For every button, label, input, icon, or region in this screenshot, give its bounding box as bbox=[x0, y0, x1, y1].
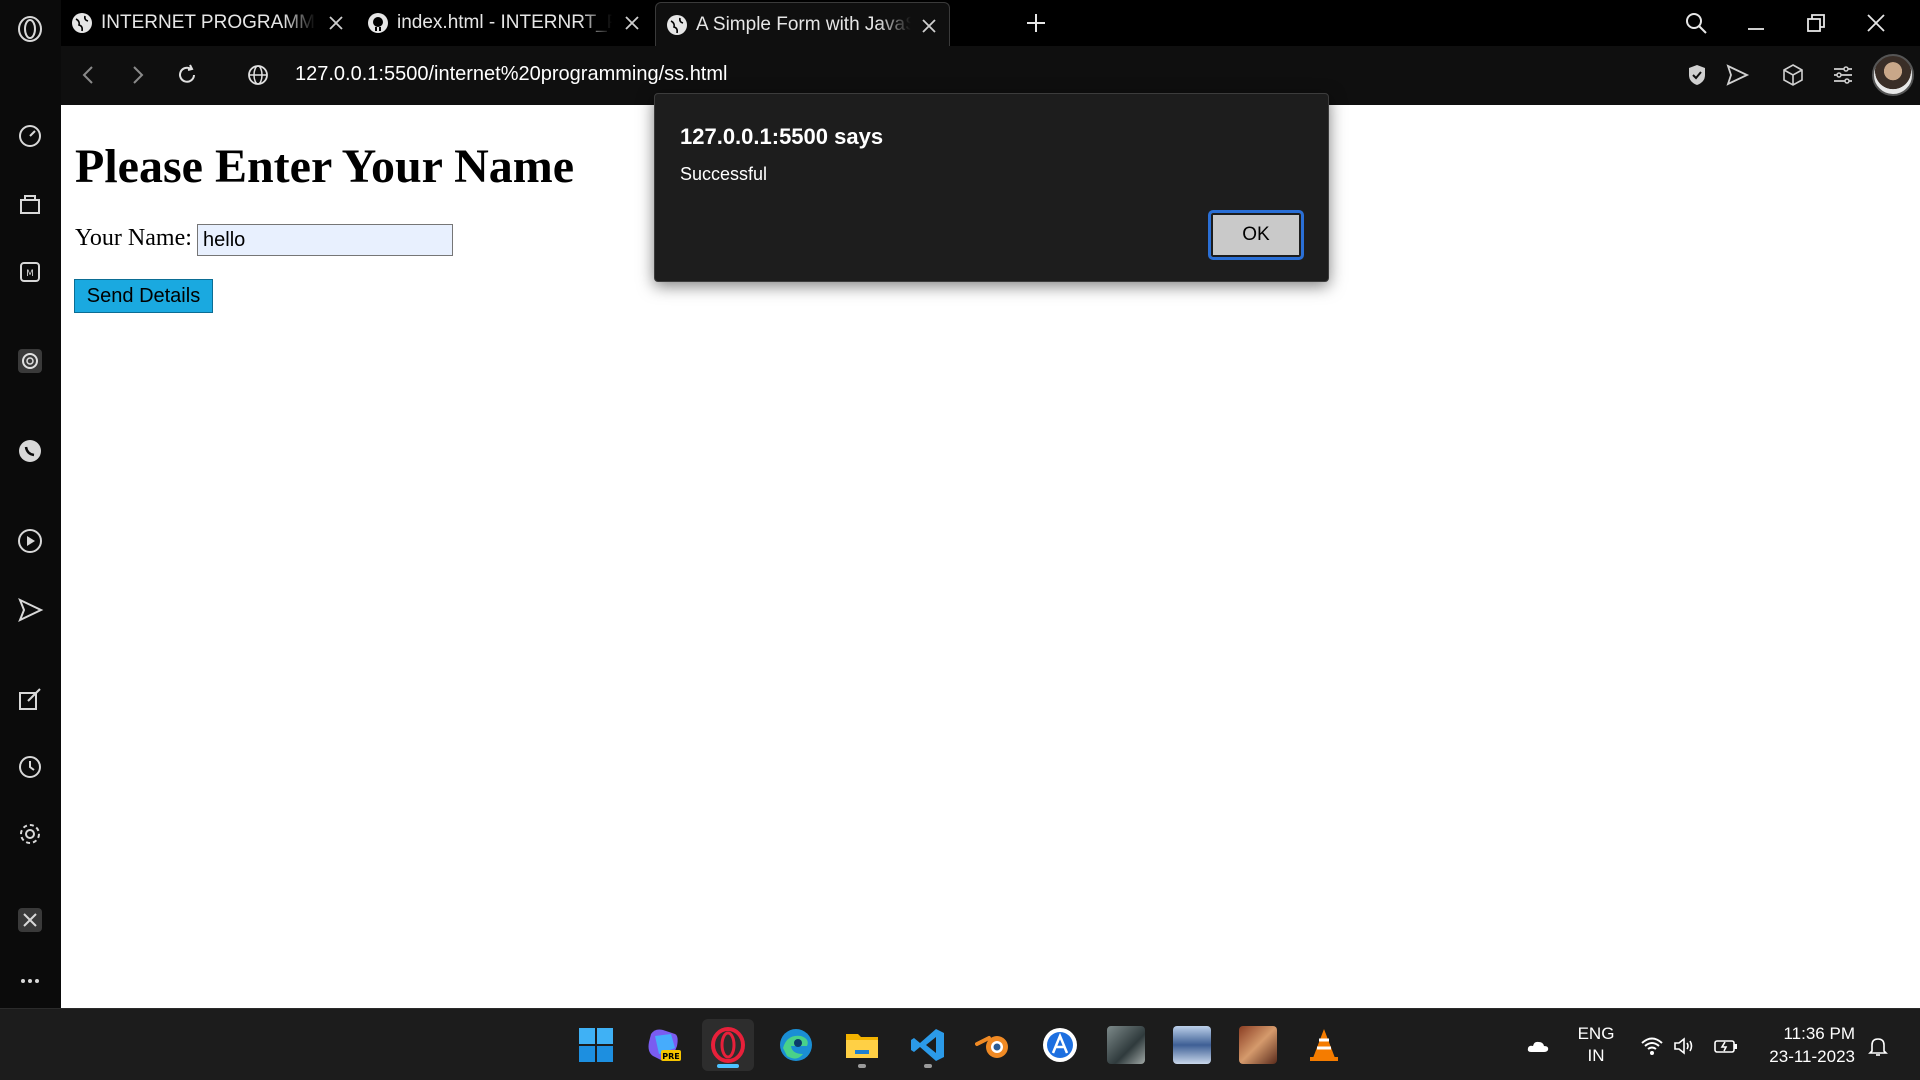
tab-index-html[interactable]: index.html - INTERNRT_PROGRAMMING bbox=[357, 0, 652, 46]
opera-logo-icon[interactable] bbox=[12, 11, 48, 47]
taskbar-edge[interactable] bbox=[770, 1019, 822, 1071]
windows-taskbar: PRE ENG IN 11:36 PM 23-11-2023 bbox=[0, 1008, 1920, 1080]
taskbar-app-store[interactable] bbox=[1034, 1019, 1086, 1071]
name-label: Your Name: bbox=[75, 225, 192, 251]
messenger-m-icon[interactable]: M bbox=[12, 254, 48, 290]
search-tabs-icon[interactable] bbox=[1683, 10, 1709, 36]
folder-icon bbox=[846, 1034, 878, 1058]
globe-icon bbox=[72, 13, 92, 33]
forward-icon[interactable] bbox=[123, 61, 151, 89]
send-flow-icon[interactable] bbox=[12, 592, 48, 628]
chatgpt-icon[interactable] bbox=[12, 343, 48, 379]
close-tab-icon[interactable] bbox=[622, 13, 642, 33]
active-indicator bbox=[717, 1064, 739, 1068]
restore-window-icon[interactable] bbox=[1803, 10, 1829, 36]
tab-title: INTERNET PROGRAMMING bbox=[101, 12, 316, 33]
start-button[interactable] bbox=[570, 1019, 622, 1071]
language-indicator[interactable]: ENG IN bbox=[1576, 1023, 1616, 1067]
svg-text:M: M bbox=[26, 269, 34, 279]
settings-gear-icon[interactable] bbox=[12, 816, 48, 852]
shopping-icon[interactable] bbox=[12, 186, 48, 222]
volume-icon[interactable] bbox=[1672, 1034, 1696, 1058]
clock-time: 11:36 PM bbox=[1783, 1024, 1855, 1043]
extensions-icon[interactable] bbox=[12, 902, 48, 938]
speed-dial-icon[interactable] bbox=[12, 117, 48, 153]
close-tab-icon[interactable] bbox=[326, 13, 346, 33]
running-indicator bbox=[858, 1064, 866, 1068]
more-dots-icon[interactable] bbox=[12, 963, 48, 999]
easy-setup-icon[interactable] bbox=[1829, 61, 1857, 89]
system-clock[interactable]: 11:36 PM 23-11-2023 bbox=[1755, 1022, 1855, 1068]
taskbar-photo-app-2[interactable] bbox=[1166, 1019, 1218, 1071]
app-store-icon bbox=[1043, 1028, 1077, 1062]
vlc-cone-icon bbox=[1310, 1029, 1338, 1061]
windows-logo-icon bbox=[579, 1028, 613, 1062]
pre-badge: PRE bbox=[662, 1052, 680, 1061]
taskbar-photo-app-3[interactable] bbox=[1232, 1019, 1284, 1071]
minimize-icon[interactable] bbox=[1743, 10, 1769, 36]
alert-message: Successful bbox=[680, 164, 768, 184]
send-details-button[interactable]: Send Details bbox=[74, 279, 213, 313]
taskbar-copilot-pre[interactable]: PRE bbox=[638, 1019, 690, 1071]
extensions-cube-icon[interactable] bbox=[1779, 61, 1807, 89]
close-tab-icon[interactable] bbox=[919, 16, 939, 36]
taskbar-vscode[interactable] bbox=[902, 1019, 954, 1071]
back-icon[interactable] bbox=[75, 61, 103, 89]
tab-strip: INTERNET PROGRAMMING index.html - INTERN… bbox=[61, 0, 1920, 46]
tab-title: index.html - INTERNRT_PROGRAMMING bbox=[397, 12, 612, 33]
page-heading: Please Enter Your Name bbox=[75, 140, 575, 193]
taskbar-opera[interactable] bbox=[702, 1019, 754, 1071]
profile-avatar[interactable] bbox=[1872, 54, 1914, 96]
browser-sidebar: M bbox=[0, 0, 61, 1008]
pinboard-icon[interactable] bbox=[12, 681, 48, 717]
language-code: ENG bbox=[1577, 1024, 1615, 1043]
tab-internet-programming[interactable]: INTERNET PROGRAMMING bbox=[61, 0, 356, 46]
name-input[interactable] bbox=[197, 224, 453, 256]
taskbar-vlc[interactable] bbox=[1298, 1019, 1350, 1071]
new-tab-plus-icon[interactable] bbox=[1023, 10, 1049, 36]
alert-dialog: 127.0.0.1:5500 says Successful OK bbox=[654, 93, 1329, 282]
app-thumbnail-icon bbox=[1239, 1026, 1277, 1064]
tab-simple-form[interactable]: A Simple Form with JavaScript bbox=[655, 2, 950, 46]
history-icon[interactable] bbox=[12, 749, 48, 785]
taskbar-blender[interactable] bbox=[968, 1019, 1020, 1071]
vscode-icon bbox=[911, 1029, 944, 1061]
app-thumbnail-icon bbox=[1107, 1026, 1145, 1064]
vpn-shield-icon[interactable] bbox=[1683, 61, 1711, 89]
running-indicator bbox=[924, 1064, 932, 1068]
onedrive-cloud-icon[interactable] bbox=[1526, 1034, 1550, 1058]
url-field[interactable]: 127.0.0.1:5500/internet%20programming/ss… bbox=[295, 63, 727, 86]
taskbar-file-explorer[interactable] bbox=[836, 1019, 888, 1071]
alert-title: 127.0.0.1:5500 says bbox=[680, 124, 884, 149]
app-thumbnail-icon bbox=[1173, 1026, 1211, 1064]
whatsapp-icon[interactable] bbox=[12, 433, 48, 469]
site-info-globe-icon[interactable] bbox=[244, 61, 272, 89]
close-window-icon[interactable] bbox=[1863, 10, 1889, 36]
reload-icon[interactable] bbox=[173, 61, 201, 89]
battery-charging-icon[interactable] bbox=[1714, 1034, 1738, 1058]
github-icon bbox=[368, 13, 388, 33]
opera-icon bbox=[711, 1027, 745, 1063]
alert-ok-button[interactable]: OK bbox=[1208, 210, 1304, 260]
clock-date: 23-11-2023 bbox=[1769, 1047, 1855, 1066]
taskbar-photo-app-1[interactable] bbox=[1100, 1019, 1152, 1071]
copilot-icon: PRE bbox=[648, 1029, 681, 1061]
blender-icon bbox=[975, 1036, 1008, 1058]
edge-icon bbox=[780, 1029, 812, 1061]
notification-bell-icon[interactable] bbox=[1866, 1034, 1890, 1058]
globe-icon bbox=[667, 14, 687, 35]
region-code: IN bbox=[1587, 1046, 1605, 1065]
send-snapshot-icon[interactable] bbox=[1723, 61, 1751, 89]
player-icon[interactable] bbox=[12, 523, 48, 559]
tab-title: A Simple Form with JavaScript bbox=[696, 13, 911, 35]
wifi-icon[interactable] bbox=[1640, 1034, 1664, 1058]
